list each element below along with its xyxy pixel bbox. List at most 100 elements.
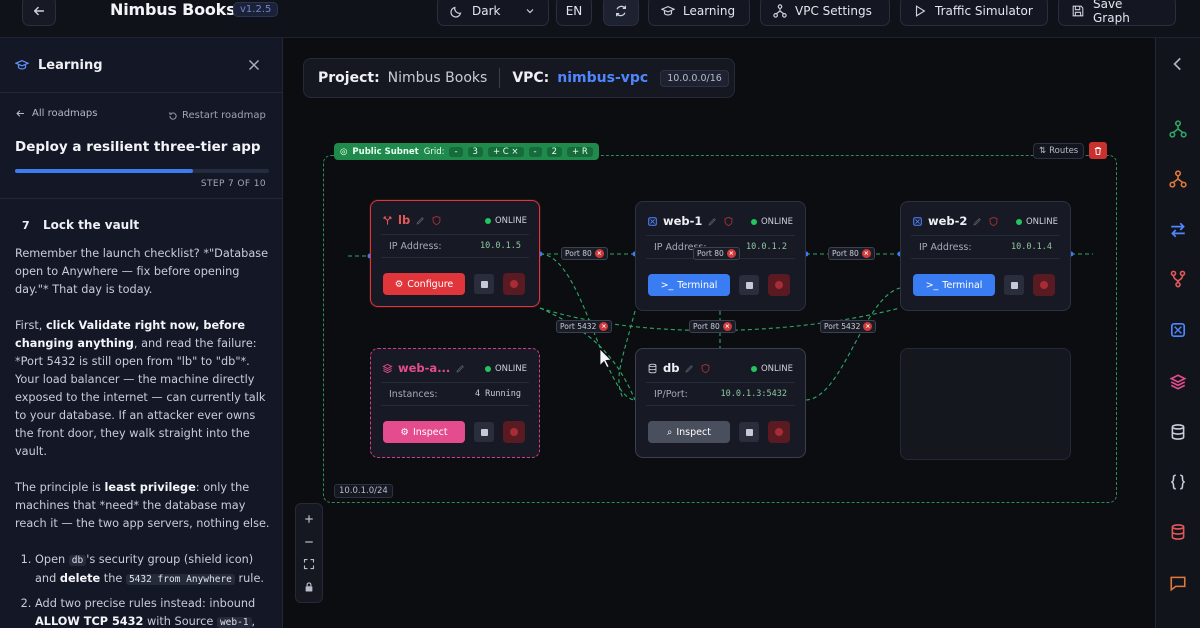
configure-button[interactable]: ⚙ Configure	[383, 273, 465, 295]
empty-grid-slot[interactable]	[900, 348, 1071, 460]
learning-button[interactable]: Learning	[648, 0, 750, 26]
save-graph-button[interactable]: Save Graph	[1058, 0, 1176, 26]
node-actions: >_ Terminal	[913, 274, 1055, 296]
network-icon	[1169, 120, 1187, 138]
node-actions: ⚙ Configure	[383, 273, 525, 295]
edge-label[interactable]: Port 80 ×	[828, 247, 875, 260]
remove-edge-icon[interactable]: ×	[863, 322, 873, 331]
stop-button[interactable]	[739, 422, 759, 442]
remove-edge-icon[interactable]: ×	[861, 249, 871, 258]
edit-icon[interactable]	[972, 216, 983, 227]
button-label: Configure	[407, 278, 454, 290]
delete-node-button[interactable]	[768, 274, 790, 296]
node-name: web-1	[663, 214, 703, 228]
language-button[interactable]: EN	[556, 0, 592, 26]
status-dot	[750, 219, 757, 225]
stop-button[interactable]	[1004, 275, 1024, 295]
collapse-panel-button[interactable]	[1168, 54, 1188, 74]
vpc-settings-label: VPC Settings	[795, 4, 872, 18]
status-dot	[1015, 219, 1022, 225]
text-run: The principle is	[15, 481, 105, 494]
delete-icon	[1040, 281, 1048, 289]
grid-cols-decrease[interactable]: -	[449, 146, 463, 157]
add-instance-button[interactable]	[1168, 320, 1188, 340]
remove-edge-icon[interactable]: ×	[594, 249, 604, 258]
edit-icon[interactable]	[707, 216, 718, 227]
remove-edge-icon[interactable]: ×	[599, 322, 609, 331]
delete-node-button[interactable]	[503, 273, 525, 295]
grid-rows-decrease[interactable]: -	[528, 146, 542, 157]
chevron-down-icon	[526, 9, 534, 14]
routes-button[interactable]: ⇅ Routes	[1033, 143, 1085, 159]
stop-button[interactable]	[739, 275, 759, 295]
terminal-button[interactable]: >_ Terminal	[913, 274, 995, 296]
all-roadmaps-link[interactable]: All roadmaps	[15, 108, 98, 119]
delete-node-button[interactable]	[1033, 274, 1055, 296]
edit-icon[interactable]	[455, 363, 466, 374]
zoom-in-button[interactable]	[302, 512, 316, 526]
edge-label[interactable]: Port 80 ×	[689, 320, 736, 333]
storage-icon	[1171, 524, 1185, 540]
edge-label[interactable]: Port 80 ×	[561, 247, 608, 260]
roadmap-title: Deploy a resilient three-tier app	[15, 139, 261, 155]
chat-button[interactable]	[1168, 573, 1188, 593]
back-button[interactable]	[22, 0, 56, 26]
text-bold: ALLOW TCP 5432	[35, 615, 144, 628]
node-web-autoscaling[interactable]: web-a... ONLINE Instances: 4 Running ⚙ Ins…	[370, 348, 540, 458]
node-web-2[interactable]: web-2 ONLINE IP Address: 10.0.1.4 >_ Termi…	[900, 201, 1071, 311]
database-icon	[648, 363, 657, 373]
shield-icon[interactable]	[988, 216, 999, 227]
add-vpc-button[interactable]	[1168, 119, 1188, 139]
fit-view-button[interactable]	[302, 557, 316, 571]
terminal-button[interactable]: >_ Terminal	[648, 274, 730, 296]
status-text: ONLINE	[494, 216, 527, 226]
edge-label[interactable]: Port 80 ×	[693, 247, 740, 260]
add-load-balancer-button[interactable]	[1168, 269, 1188, 289]
refresh-icon	[616, 5, 626, 17]
remove-edge-icon[interactable]: ×	[722, 322, 732, 331]
add-database-button[interactable]	[1168, 422, 1188, 442]
learning-label: Learning	[683, 4, 736, 18]
shield-icon[interactable]	[431, 215, 442, 226]
vpc-settings-button[interactable]: VPC Settings	[760, 0, 890, 26]
shield-icon[interactable]	[700, 363, 711, 374]
stop-button[interactable]	[474, 422, 494, 442]
lock-button[interactable]	[302, 580, 316, 594]
node-lb[interactable]: lb ONLINE IP Address: 10.0.1.5 ⚙ Configure	[370, 200, 540, 307]
theme-select[interactable]: Dark	[437, 0, 549, 26]
node-db[interactable]: db ONLINE IP/Port: 10.0.1.3:5432 ⌕ Inspect	[635, 348, 806, 458]
inspect-button[interactable]: ⚙ Inspect	[383, 421, 465, 443]
json-editor-button[interactable]	[1168, 472, 1188, 492]
delete-icon	[775, 281, 783, 289]
grid-cols-increase[interactable]: + C ×	[487, 146, 524, 157]
close-icon[interactable]	[246, 57, 262, 73]
add-autoscaling-group-button[interactable]	[1168, 372, 1188, 392]
restart-roadmap-button[interactable]: Restart roadmap	[168, 110, 266, 121]
step-number: 7	[22, 219, 30, 232]
delete-node-button[interactable]	[768, 421, 790, 443]
delete-subnet-button[interactable]	[1089, 142, 1107, 159]
delete-node-button[interactable]	[503, 421, 525, 443]
add-subnet-button[interactable]	[1168, 169, 1188, 189]
shield-icon[interactable]	[723, 216, 734, 227]
grid-rows-increase[interactable]: + R	[567, 146, 593, 157]
edit-icon[interactable]	[684, 363, 695, 374]
zoom-controls	[295, 503, 323, 603]
zoom-out-button[interactable]	[302, 535, 316, 549]
app-title: Nimbus Books	[110, 0, 236, 19]
edit-icon[interactable]	[415, 215, 426, 226]
gear-icon: ⚙	[394, 278, 404, 290]
edge-label[interactable]: Port 5432 ×	[820, 320, 877, 333]
add-route-button[interactable]	[1168, 220, 1188, 240]
remove-edge-icon[interactable]: ×	[726, 249, 736, 258]
grid-rows-value: 2	[546, 146, 563, 157]
inspect-button[interactable]: ⌕ Inspect	[648, 421, 730, 443]
add-storage-button[interactable]	[1168, 522, 1188, 542]
stop-button[interactable]	[474, 274, 494, 294]
traffic-simulator-button[interactable]: Traffic Simulator	[900, 0, 1048, 26]
edge-label[interactable]: Port 5432 ×	[556, 320, 613, 333]
graph-canvas[interactable]: Project: Nimbus Books VPC: nimbus-vpc 10…	[283, 38, 1155, 628]
refresh-button[interactable]	[603, 0, 639, 26]
text-run: Open	[35, 553, 69, 566]
server-chip-icon	[913, 216, 922, 226]
